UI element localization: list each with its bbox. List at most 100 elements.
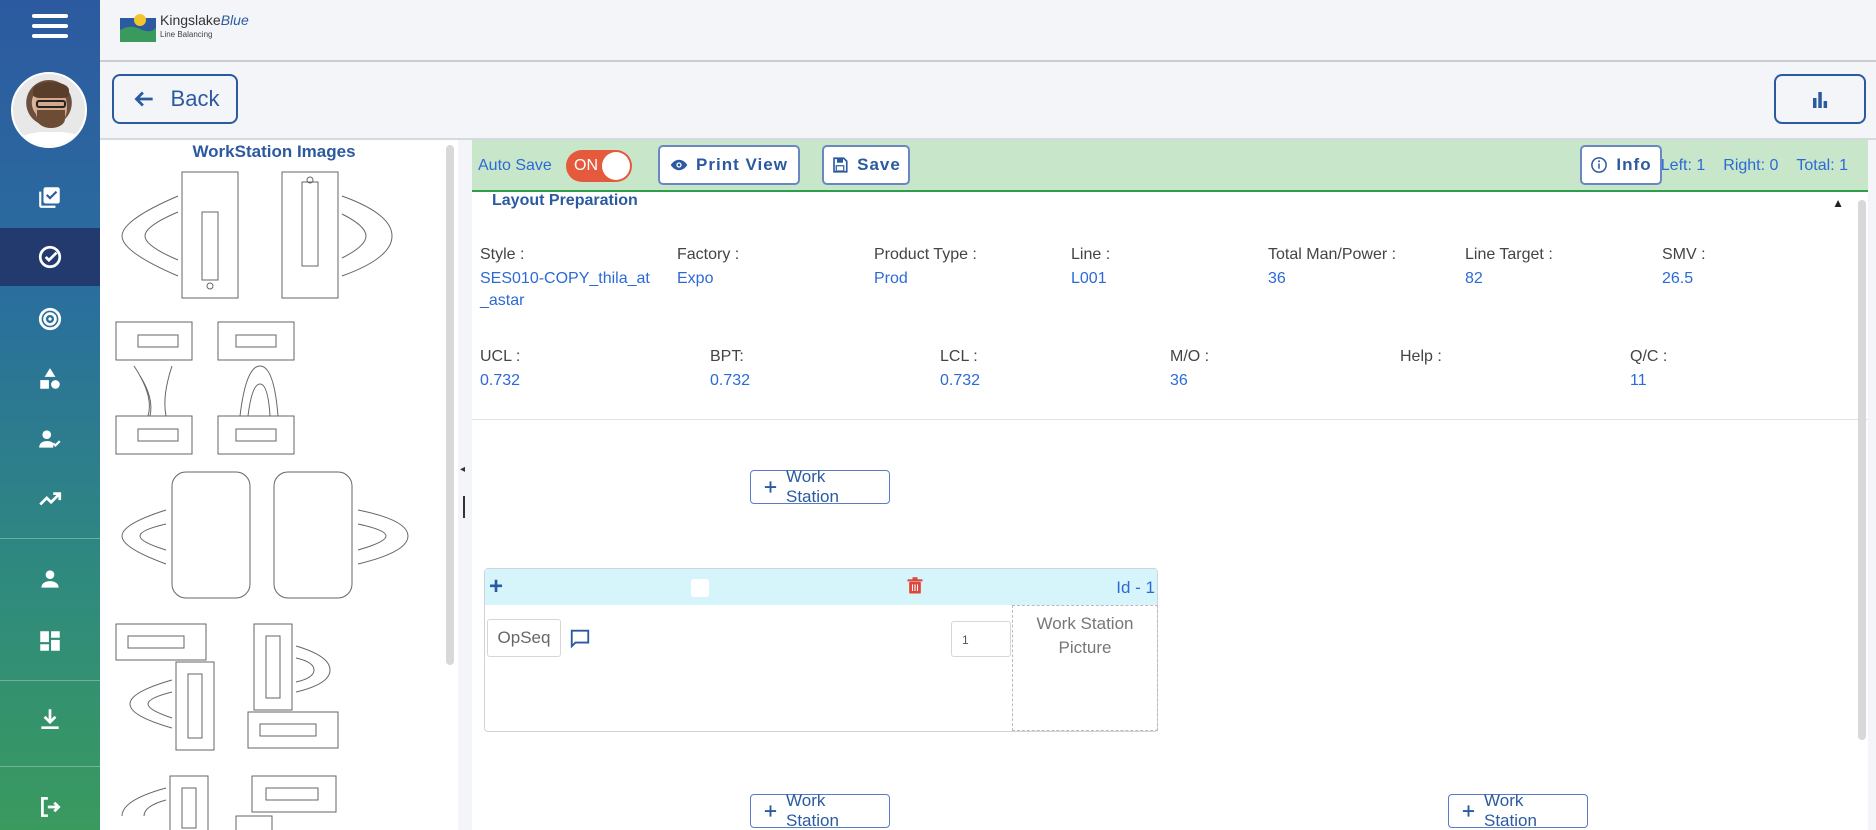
field-line-target: Line Target : 82 <box>1465 246 1553 290</box>
save-button[interactable]: Save <box>822 145 910 185</box>
add-workstation-label: Work Station <box>786 791 839 830</box>
sidebar-item-target[interactable] <box>0 290 100 348</box>
field-value: _astar <box>480 292 525 309</box>
autosave-label: Auto Save <box>478 157 552 174</box>
print-view-button[interactable]: Print View <box>658 145 800 185</box>
comment-icon[interactable] <box>569 627 591 649</box>
user-check-icon <box>39 430 61 448</box>
top-bar: KingslakeBlue Line Balancing <box>100 0 1876 62</box>
sidebar-item-person[interactable] <box>0 550 100 608</box>
avatar[interactable] <box>11 72 87 148</box>
opseq-input[interactable]: OpSeq <box>487 619 561 657</box>
field-label: UCL : <box>480 348 521 365</box>
workstation-id: Id - 1 <box>1116 578 1155 597</box>
plus-icon <box>764 805 777 817</box>
field-value: 82 <box>1465 270 1483 287</box>
picture-label-line2: Picture <box>1058 638 1112 657</box>
main-scrollbar[interactable] <box>1858 200 1866 740</box>
add-workstation-button-right[interactable]: Work Station <box>1448 791 1588 830</box>
workstation-select-checkbox[interactable] <box>691 579 709 597</box>
back-button[interactable]: Back <box>112 74 238 124</box>
field-mo: M/O : 36 <box>1170 348 1209 392</box>
sidebar-item-trending[interactable] <box>0 470 100 528</box>
field-label: Help : <box>1400 348 1442 365</box>
info-icon <box>1591 157 1608 173</box>
bar-chart-icon <box>1813 92 1828 108</box>
field-value: 0.732 <box>710 372 751 389</box>
workstation-image-2[interactable] <box>115 321 295 455</box>
left-count: Left: 1 <box>1660 157 1706 174</box>
kingslake-logo-icon <box>120 14 156 42</box>
collapse-panel-icon[interactable]: ◂ <box>460 464 465 475</box>
workstation-images-gallery <box>115 171 409 830</box>
autosave-toggle[interactable]: ON <box>566 150 632 182</box>
sidebar-item-logout[interactable] <box>0 778 100 830</box>
print-view-label: Print View <box>696 155 788 174</box>
checklist-icon <box>39 187 60 208</box>
field-factory: Factory : Expo <box>677 246 739 290</box>
panel-resize-handle[interactable] <box>463 496 465 518</box>
dashboard-icon <box>40 631 60 651</box>
hamburger-menu-icon[interactable] <box>32 14 68 38</box>
total-count: Total: 1 <box>1796 157 1848 174</box>
back-label: Back <box>170 86 220 111</box>
sidebar-item-download[interactable] <box>0 690 100 748</box>
chart-button[interactable] <box>1774 74 1866 124</box>
field-value: 26.5 <box>1662 270 1694 287</box>
field-label: Line : <box>1071 246 1111 263</box>
info-label: Info <box>1616 155 1652 174</box>
logo-name-accent: Blue <box>220 12 249 28</box>
layout-preparation-heading[interactable]: Layout Preparation <box>492 192 638 210</box>
logo-subtitle: Line Balancing <box>160 30 213 39</box>
workstation-image-1[interactable] <box>121 171 393 299</box>
plus-icon <box>764 481 777 493</box>
quantity-value: 1 <box>962 633 969 647</box>
collapse-caret-icon[interactable]: ▲ <box>1832 196 1844 210</box>
download-icon <box>41 709 59 730</box>
logout-icon <box>41 796 61 818</box>
field-line: Line : L001 <box>1071 246 1110 290</box>
field-lcl: LCL : 0.732 <box>940 348 980 392</box>
field-product-type: Product Type : Prod <box>874 246 977 290</box>
left-panel-scrollbar[interactable] <box>446 145 454 665</box>
target-icon <box>38 307 62 331</box>
sidebar-item-checklist[interactable] <box>0 168 100 226</box>
trending-up-icon <box>39 492 62 506</box>
field-ucl: UCL : 0.732 <box>480 348 520 392</box>
workstation-image-3[interactable] <box>121 471 409 599</box>
field-label: Q/C : <box>1630 348 1668 365</box>
workstation-card: + Id - 1 OpSeq 1 Work Station Picture <box>484 568 1158 732</box>
toggle-state-label: ON <box>574 157 598 174</box>
add-workstation-label: Work Station <box>1484 791 1537 830</box>
add-operation-icon[interactable]: + <box>489 573 503 601</box>
add-workstation-button-left[interactable]: Work Station <box>750 791 890 830</box>
sidebar-item-shapes[interactable] <box>0 350 100 408</box>
field-label: BPT: <box>710 348 744 365</box>
toggle-knob <box>602 152 630 180</box>
field-bpt: BPT: 0.732 <box>710 348 750 392</box>
floppy-disk-icon <box>833 157 848 173</box>
shapes-icon <box>40 368 60 389</box>
field-qc: Q/C : 11 <box>1630 348 1667 392</box>
field-value: Expo <box>677 270 714 287</box>
quantity-input[interactable]: 1 <box>951 621 1011 657</box>
workstation-picture-dropzone[interactable]: Work Station Picture <box>1012 605 1158 731</box>
field-value: 11 <box>1630 372 1647 389</box>
station-counts: Left: 1 Right: 0 Total: 1 <box>1661 157 1848 175</box>
eye-icon <box>670 159 688 171</box>
field-label: Factory : <box>677 246 740 263</box>
field-value: 36 <box>1170 372 1188 389</box>
workstation-image-4[interactable] <box>115 623 339 751</box>
logo-name: Kingslake <box>160 12 221 28</box>
field-label: Line Target : <box>1465 246 1553 263</box>
sidebar-item-check-circle[interactable] <box>0 228 100 286</box>
trash-icon[interactable] <box>905 575 925 597</box>
field-label: SMV : <box>1662 246 1706 263</box>
field-value: 36 <box>1268 270 1286 287</box>
sidebar-item-dashboard[interactable] <box>0 612 100 670</box>
workstation-image-5[interactable] <box>121 775 337 830</box>
info-button[interactable]: Info <box>1580 145 1662 185</box>
add-workstation-button[interactable]: Work Station <box>750 467 890 506</box>
add-workstation-label: Work Station <box>786 467 839 506</box>
sidebar-item-user-check[interactable] <box>0 410 100 468</box>
